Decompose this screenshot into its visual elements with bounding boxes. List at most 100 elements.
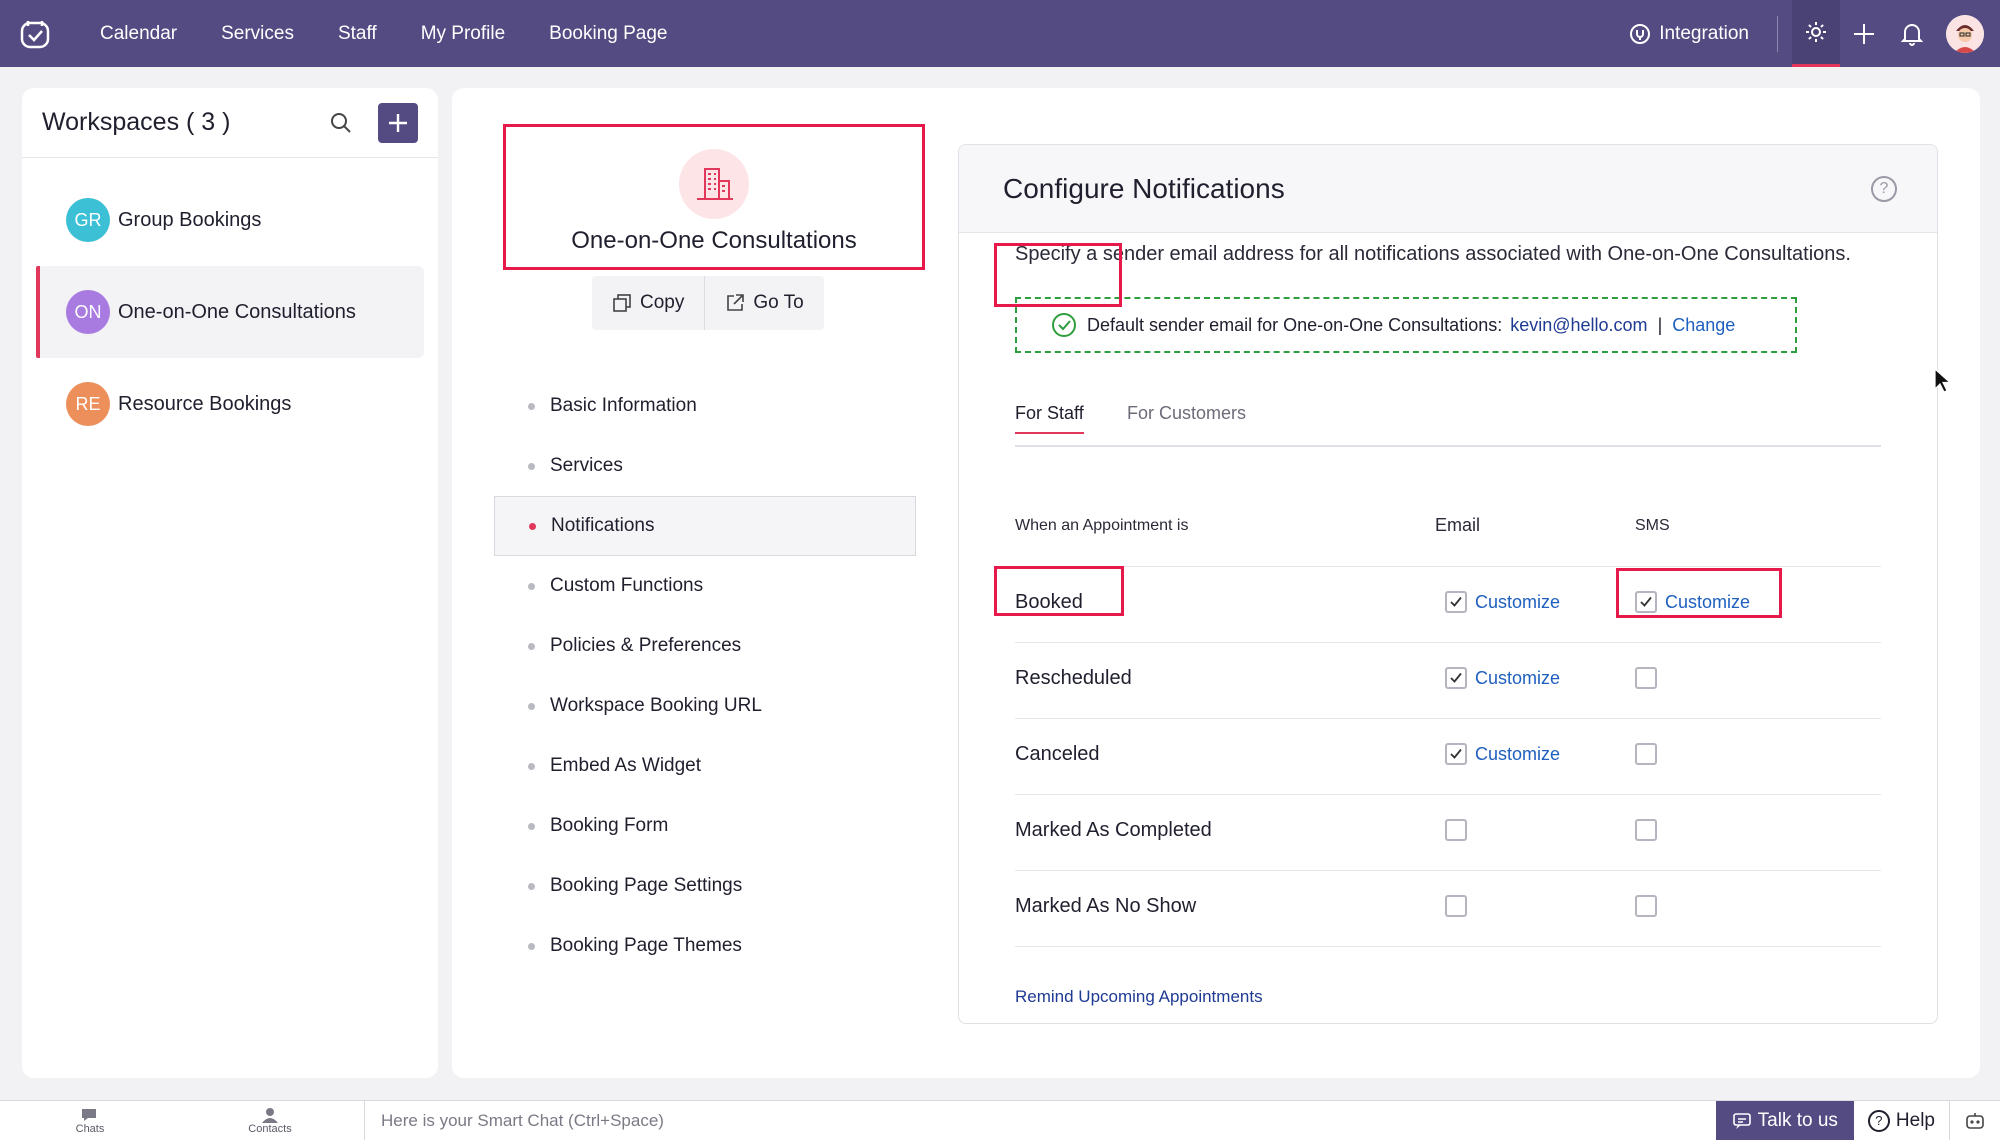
email-cell	[1445, 819, 1467, 841]
email-cell	[1445, 895, 1467, 917]
menu-item-policies-preferences[interactable]: Policies & Preferences	[494, 616, 916, 676]
nav-services[interactable]: Services	[221, 23, 294, 45]
goto-button[interactable]: Go To	[705, 276, 823, 330]
email-checkbox[interactable]	[1445, 743, 1467, 765]
workspace-item-group-bookings[interactable]: GR Group Bookings	[36, 174, 424, 266]
bullet	[528, 702, 535, 710]
nav-booking-page[interactable]: Booking Page	[549, 23, 667, 45]
talk-to-us-button[interactable]: Talk to us	[1715, 1100, 1854, 1140]
menu-item-services[interactable]: Services	[494, 436, 916, 496]
workspace-item-one-on-one[interactable]: ON One-on-One Consultations	[36, 266, 424, 358]
table-row: Rescheduled Customize	[1015, 643, 1881, 719]
plus-icon	[1854, 23, 1874, 44]
email-cell: Customize	[1445, 591, 1560, 613]
email-checkbox[interactable]	[1445, 667, 1467, 689]
sms-checkbox[interactable]	[1635, 819, 1657, 841]
question-icon: ?	[1867, 1109, 1890, 1132]
menu-item-workspace-booking-url[interactable]: Workspace Booking URL	[494, 676, 916, 736]
search-icon	[331, 112, 351, 133]
workspace-search-button[interactable]	[326, 108, 356, 138]
smart-chat-input[interactable]: Here is your Smart Chat (Ctrl+Space)	[364, 1100, 1716, 1140]
sms-checkbox[interactable]	[1635, 895, 1657, 917]
table-header: When an Appointment is Email SMS	[1015, 495, 1881, 567]
bullet	[528, 942, 535, 950]
bullet	[528, 762, 535, 770]
menu-item-booking-page-settings[interactable]: Booking Page Settings	[494, 856, 916, 916]
sms-cell	[1635, 819, 1657, 841]
bullet	[528, 642, 535, 650]
menu-item-label: Services	[550, 455, 623, 476]
menu-item-label: Workspace Booking URL	[550, 695, 762, 716]
help-button[interactable]: ? Help	[1854, 1100, 1950, 1140]
chat-bubble-icon	[82, 1108, 96, 1121]
top-navigation-bar: Calendar Services Staff My Profile Booki…	[0, 0, 2000, 67]
goto-label: Go To	[753, 292, 804, 313]
bullet	[528, 402, 535, 410]
bullet	[528, 822, 535, 830]
contacts-button[interactable]: Contacts	[180, 1107, 360, 1135]
help-label: Help	[1895, 1109, 1935, 1131]
chats-button[interactable]: Chats	[0, 1107, 180, 1135]
add-workspace-button[interactable]	[378, 102, 418, 143]
menu-item-embed-widget[interactable]: Embed As Widget	[494, 736, 916, 796]
nav-calendar[interactable]: Calendar	[100, 23, 177, 45]
email-checkbox[interactable]	[1445, 591, 1467, 613]
menu-item-booking-page-themes[interactable]: Booking Page Themes	[494, 916, 916, 976]
nav-staff[interactable]: Staff	[338, 23, 377, 45]
row-label: Canceled	[1015, 743, 1100, 765]
app-logo-icon[interactable]	[14, 13, 56, 55]
change-sender-link[interactable]: Change	[1672, 315, 1735, 336]
menu-item-booking-form[interactable]: Booking Form	[494, 796, 916, 856]
user-avatar[interactable]	[1946, 14, 1984, 53]
separator: |	[1657, 314, 1663, 335]
nav-my-profile[interactable]: My Profile	[421, 23, 505, 45]
email-customize-link[interactable]: Customize	[1475, 744, 1560, 765]
workspace-item-resource-bookings[interactable]: RE Resource Bookings	[36, 358, 424, 450]
email-customize-link[interactable]: Customize	[1475, 592, 1560, 613]
column-header-email: Email	[1435, 515, 1481, 535]
highlight-sms-customize	[1616, 568, 1782, 618]
avatar-icon	[1946, 14, 1984, 53]
help-icon[interactable]: ?	[1871, 175, 1897, 202]
integration-button[interactable]: Integration	[1629, 23, 1749, 45]
copy-button[interactable]: Copy	[592, 276, 704, 330]
row-label: Rescheduled	[1015, 667, 1132, 689]
table-row: Canceled Customize	[1015, 719, 1881, 795]
column-header-event: When an Appointment is	[1015, 517, 1189, 534]
notification-table: When an Appointment is Email SMS Booked …	[1015, 495, 1881, 947]
chats-label: Chats	[75, 1122, 105, 1135]
menu-item-basic-information[interactable]: Basic Information	[494, 376, 916, 436]
remind-upcoming-link[interactable]: Remind Upcoming Appointments	[1015, 987, 1263, 1007]
email-cell: Customize	[1445, 743, 1560, 765]
row-label: Marked As Completed	[1015, 819, 1212, 841]
copy-label: Copy	[640, 292, 685, 313]
workspace-badge: GR	[66, 198, 110, 242]
top-right-actions: Integration	[1629, 0, 2000, 67]
copy-goto-group: Copy Go To	[592, 276, 824, 330]
email-cell: Customize	[1445, 667, 1560, 689]
workspace-card-title: One-on-One Consultations	[571, 227, 857, 254]
email-checkbox[interactable]	[1445, 895, 1467, 917]
mouse-cursor-icon	[1934, 367, 1952, 399]
tab-for-staff[interactable]: For Staff	[1015, 403, 1084, 434]
card-title: Configure Notifications	[1003, 172, 1285, 204]
notifications-button[interactable]	[1888, 0, 1936, 67]
menu-item-notifications[interactable]: Notifications	[494, 496, 916, 556]
settings-button[interactable]	[1792, 0, 1840, 67]
sms-checkbox[interactable]	[1635, 743, 1657, 765]
bullet	[528, 462, 535, 470]
email-checkbox[interactable]	[1445, 819, 1467, 841]
plus-icon	[389, 113, 407, 132]
menu-item-label: Embed As Widget	[550, 755, 702, 776]
tab-for-customers[interactable]: For Customers	[1127, 403, 1246, 424]
bot-icon[interactable]	[1950, 1101, 2000, 1140]
add-button[interactable]	[1840, 0, 1888, 67]
menu-item-label: Notifications	[551, 515, 655, 536]
contacts-label: Contacts	[248, 1122, 292, 1135]
workspace-name: Resource Bookings	[118, 392, 292, 415]
menu-item-custom-functions[interactable]: Custom Functions	[494, 556, 916, 616]
workspace-name: One-on-One Consultations	[118, 300, 356, 323]
integration-label: Integration	[1659, 22, 1749, 44]
email-customize-link[interactable]: Customize	[1475, 668, 1560, 689]
sms-checkbox[interactable]	[1635, 667, 1657, 689]
